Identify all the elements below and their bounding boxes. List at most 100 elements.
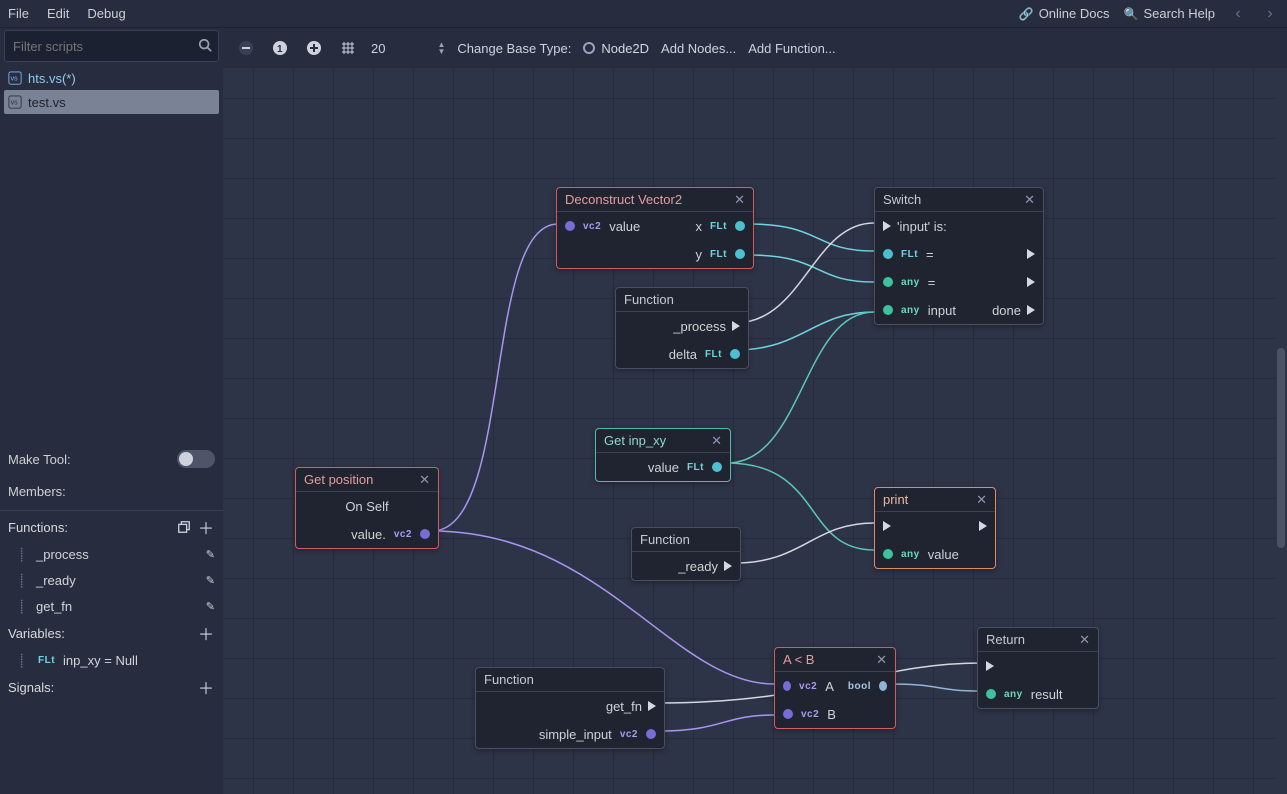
snap-value[interactable]: 20 ▲▼ <box>371 41 445 56</box>
port-label: _ready <box>678 559 718 574</box>
port-out-bool[interactable] <box>879 681 887 691</box>
add-signal-button[interactable]: ＋ <box>197 678 215 696</box>
port-in-flt[interactable] <box>883 249 893 259</box>
menu-debug[interactable]: Debug <box>87 6 125 21</box>
type-tag-any: any <box>899 549 922 560</box>
function-row-getfn[interactable]: ⸽ get_fn ✎ <box>8 593 215 619</box>
port-label: A <box>825 679 834 694</box>
port-label: On Self <box>345 499 388 514</box>
snap-number: 20 <box>371 41 385 56</box>
close-icon[interactable]: ✕ <box>1079 632 1090 648</box>
search-help-link[interactable]: Search Help <box>1124 6 1216 21</box>
link-icon <box>1019 6 1034 21</box>
port-label: get_fn <box>606 699 642 714</box>
zoom-out-button[interactable] <box>235 37 257 59</box>
node-function-getfn[interactable]: Function get_fn simple_inputvc2 <box>475 667 665 749</box>
make-tool-toggle[interactable] <box>177 450 215 468</box>
port-label: value <box>648 460 679 475</box>
port-out-flt[interactable] <box>735 221 745 231</box>
edit-icon[interactable]: ✎ <box>206 600 215 613</box>
close-icon[interactable]: ✕ <box>1024 192 1035 208</box>
port-label: value. <box>351 527 386 542</box>
menu-file[interactable]: File <box>8 6 29 21</box>
port-flow-out[interactable] <box>732 321 740 331</box>
node-get-position[interactable]: Get position✕ On Self value.vc2 <box>295 467 439 549</box>
script-filter-input[interactable] <box>11 38 198 55</box>
node-switch[interactable]: Switch✕ 'input' is: FLt = any = <box>874 187 1044 325</box>
port-flow-in[interactable] <box>986 661 994 671</box>
online-docs-link[interactable]: Online Docs <box>1019 6 1110 21</box>
script-item-hts[interactable]: vs hts.vs(*) <box>4 66 219 90</box>
port-out-flt[interactable] <box>712 462 722 472</box>
node-print[interactable]: print✕ anyvalue <box>874 487 996 569</box>
add-variable-button[interactable]: ＋ <box>197 624 215 642</box>
scrollbar-thumb[interactable] <box>1277 348 1285 548</box>
node-get-inp-xy[interactable]: Get inp_xy✕ valueFLt <box>595 428 731 482</box>
stepper-icon[interactable]: ▲▼ <box>437 41 445 55</box>
svg-text:1: 1 <box>277 44 283 55</box>
tree-icon: ⸽ <box>20 571 30 589</box>
menu-edit[interactable]: Edit <box>47 6 69 21</box>
script-list: vs hts.vs(*) vs test.vs <box>0 64 223 444</box>
port-label: value <box>928 547 959 562</box>
node-title: Return <box>986 632 1025 647</box>
edit-icon[interactable]: ✎ <box>206 548 215 561</box>
zoom-reset-button[interactable]: 1 <box>269 37 291 59</box>
close-icon[interactable]: ✕ <box>734 192 745 208</box>
port-in-any[interactable] <box>883 305 893 315</box>
function-row-ready[interactable]: ⸽ _ready ✎ <box>8 567 215 593</box>
node-a-less-b[interactable]: A < B✕ vc2 A bool vc2 B <box>774 647 896 729</box>
nav-back-button[interactable]: ‹ <box>1229 5 1247 23</box>
port-in-vc2[interactable] <box>565 221 575 231</box>
script-filter[interactable] <box>4 30 219 62</box>
variables-header: Variables: ＋ <box>8 619 215 647</box>
type-tag-vc2: vc2 <box>797 681 819 692</box>
nav-forward-button[interactable]: › <box>1261 5 1279 23</box>
function-row-process[interactable]: ⸽ _process ✎ <box>8 541 215 567</box>
variable-row-inpxy[interactable]: ⸽ FLt inp_xy = Null <box>8 647 215 673</box>
close-icon[interactable]: ✕ <box>876 652 887 668</box>
node-title: Deconstruct Vector2 <box>565 192 682 207</box>
port-flow-in[interactable] <box>883 521 891 531</box>
zoom-in-button[interactable] <box>303 37 325 59</box>
port-in-vc2[interactable] <box>783 709 793 719</box>
override-function-button[interactable] <box>175 518 193 536</box>
close-icon[interactable]: ✕ <box>976 492 987 508</box>
base-type-selector[interactable]: Node2D <box>583 41 649 56</box>
add-nodes-button[interactable]: Add Nodes... <box>661 41 736 56</box>
port-flow-out[interactable] <box>1027 277 1035 287</box>
add-function-button[interactable]: ＋ <box>197 518 215 536</box>
port-flow-out[interactable] <box>979 521 987 531</box>
port-out-flt[interactable] <box>730 349 740 359</box>
edit-icon[interactable]: ✎ <box>206 574 215 587</box>
node-title: Function <box>484 672 534 687</box>
node-function-process[interactable]: Function _process deltaFLt <box>615 287 749 369</box>
node-deconstruct-vector2[interactable]: Deconstruct Vector2✕ vc2 value x FLt y F… <box>556 187 754 269</box>
node-function-ready[interactable]: Function _ready <box>631 527 741 581</box>
port-flow-out[interactable] <box>648 701 656 711</box>
type-tag-flt: FLt <box>703 349 724 360</box>
port-out-vc2[interactable] <box>646 729 656 739</box>
script-item-test[interactable]: vs test.vs <box>4 90 219 114</box>
make-tool-row: Make Tool: <box>8 446 215 472</box>
port-label: result <box>1031 687 1063 702</box>
node-return[interactable]: Return✕ anyresult <box>977 627 1099 709</box>
port-flow-in[interactable] <box>883 221 891 231</box>
close-icon[interactable]: ✕ <box>419 472 430 488</box>
add-function-button-top[interactable]: Add Function... <box>748 41 835 56</box>
port-in-vc2[interactable] <box>783 681 791 691</box>
snap-button[interactable] <box>337 37 359 59</box>
port-in-any[interactable] <box>883 549 893 559</box>
vertical-scrollbar[interactable] <box>1275 68 1287 794</box>
port-out-flt[interactable] <box>735 249 745 259</box>
port-out-vc2[interactable] <box>420 529 430 539</box>
type-tag-vc2: vc2 <box>581 221 603 232</box>
port-label: 'input' is: <box>897 219 947 234</box>
graph-canvas[interactable]: Deconstruct Vector2✕ vc2 value x FLt y F… <box>223 68 1275 794</box>
port-flow-out[interactable] <box>1027 249 1035 259</box>
port-flow-out[interactable] <box>724 561 732 571</box>
port-in-any[interactable] <box>883 277 893 287</box>
close-icon[interactable]: ✕ <box>711 433 722 449</box>
port-in-any[interactable] <box>986 689 996 699</box>
port-flow-out[interactable] <box>1027 305 1035 315</box>
